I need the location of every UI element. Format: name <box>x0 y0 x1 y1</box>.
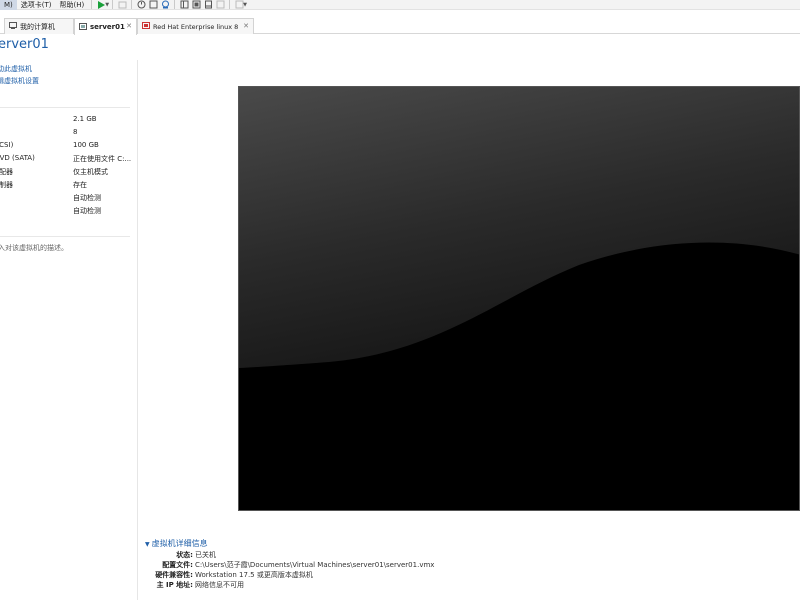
vm-summary-panel: 动此虚拟机 辑虚拟机设置 2.1 GB 器 8 (SCSI) 100 GB /D… <box>0 60 138 600</box>
detail-key: 硬件兼容性: <box>155 571 193 579</box>
device-row-processors[interactable]: 器 8 <box>0 128 136 140</box>
computer-icon <box>9 22 17 31</box>
menu-toolbar: M) 选项卡(T) 帮助(H) ▼ ▼ <box>0 0 800 10</box>
send-keys-icon[interactable] <box>116 0 128 10</box>
tab-label: Red Hat Enterprise linux 8 <box>153 22 239 31</box>
edit-settings-link[interactable]: 辑虚拟机设置 <box>0 76 39 86</box>
detail-value: Workstation 17.5 或更高版本虚拟机 <box>195 571 313 579</box>
tab-my-computer[interactable]: 我的计算机 <box>4 18 74 34</box>
device-row-memory[interactable]: 2.1 GB <box>0 115 136 127</box>
detail-row-config-file: 配置文件: C:\Users\范子霞\Documents\Virtual Mac… <box>143 560 643 570</box>
device-row-network-adapter[interactable]: 适配器 仅主机模式 <box>0 167 136 179</box>
toolbar-divider <box>91 0 93 9</box>
detail-value: 已关机 <box>195 551 216 559</box>
device-value: 存在 <box>73 181 87 189</box>
chevron-down-icon[interactable]: ▼ <box>243 2 247 8</box>
vm-screen-preview[interactable] <box>238 86 800 511</box>
detail-row-hardware-compat: 硬件兼容性: Workstation 17.5 或更高版本虚拟机 <box>143 570 643 580</box>
detail-value: C:\Users\范子霞\Documents\Virtual Machines\… <box>195 561 435 569</box>
snapshot-icon[interactable] <box>135 0 147 10</box>
toolbar-divider <box>174 0 176 9</box>
device-row-usb-controller[interactable]: 控制器 存在 <box>0 180 136 192</box>
vm-details-title: 虚拟机详细信息 <box>151 539 208 548</box>
menu-item-tabs[interactable]: 选项卡(T) <box>17 0 56 10</box>
toolbar-divider <box>229 0 231 9</box>
device-value: 8 <box>73 128 78 136</box>
detail-row-ip-address: 主 IP 地址: 网络信息不可用 <box>143 580 643 590</box>
vm-screen-artwork <box>239 87 799 510</box>
device-name: 适配器 <box>0 168 13 176</box>
tab-red-hat[interactable]: Red Hat Enterprise linux 8 ✕ <box>137 18 254 34</box>
tab-label: server01 <box>90 23 125 31</box>
tab-server01[interactable]: server01 ✕ <box>74 18 137 35</box>
divider <box>0 107 130 108</box>
device-value: 自动检测 <box>73 194 101 202</box>
chevron-down-icon[interactable]: ▼ <box>105 2 109 8</box>
device-row-sound-card[interactable]: 自动检测 <box>0 193 136 205</box>
device-row-cd-dvd[interactable]: /DVD (SATA) 正在使用文件 C:... <box>0 154 136 166</box>
device-name: (SCSI) <box>0 141 14 149</box>
device-value: 正在使用文件 C:... <box>73 155 132 163</box>
snapshot-manager-icon[interactable] <box>159 0 171 10</box>
snapshot-revert-icon[interactable] <box>147 0 159 10</box>
detail-value: 网络信息不可用 <box>195 581 244 589</box>
menu-item-help[interactable]: 帮助(H) <box>56 0 89 10</box>
menu-item-vm[interactable]: M) <box>0 0 17 10</box>
device-row-hard-disk[interactable]: (SCSI) 100 GB <box>0 141 136 153</box>
tab-label: 我的计算机 <box>20 22 55 31</box>
device-name: 控制器 <box>0 181 13 189</box>
device-value: 仅主机模式 <box>73 168 108 176</box>
chevron-down-icon: ▼ <box>145 541 150 548</box>
device-row-display[interactable]: 自动检测 <box>0 206 136 218</box>
power-on-link[interactable]: 动此虚拟机 <box>0 64 32 74</box>
vm-details-header[interactable]: ▼ 虚拟机详细信息 <box>145 538 208 549</box>
unity-icon[interactable] <box>214 0 226 10</box>
library-view-icon[interactable] <box>178 0 190 10</box>
device-value: 2.1 GB <box>73 115 97 123</box>
vm-icon <box>79 22 87 32</box>
device-name: /DVD (SATA) <box>0 154 35 162</box>
close-icon[interactable]: ✕ <box>243 22 249 30</box>
thumbnail-view-icon[interactable] <box>190 0 202 10</box>
device-value: 自动检测 <box>73 207 101 215</box>
full-screen-icon[interactable] <box>202 0 214 10</box>
detail-row-state: 状态: 已关机 <box>143 550 643 560</box>
device-value: 100 GB <box>73 141 99 149</box>
vm-title: erver01 <box>0 37 49 52</box>
detail-key: 配置文件: <box>162 561 193 569</box>
description-text[interactable]: 入对该虚拟机的描述。 <box>0 243 68 253</box>
toolbar-divider <box>131 0 133 9</box>
detail-key: 主 IP 地址: <box>156 581 193 589</box>
divider <box>0 236 130 237</box>
tab-bar: 我的计算机 server01 ✕ Red Hat Enterprise linu… <box>0 17 800 35</box>
toolbar-divider <box>112 0 114 9</box>
vm-icon <box>142 22 150 31</box>
close-icon[interactable]: ✕ <box>126 22 132 30</box>
detail-key: 状态: <box>176 551 193 559</box>
